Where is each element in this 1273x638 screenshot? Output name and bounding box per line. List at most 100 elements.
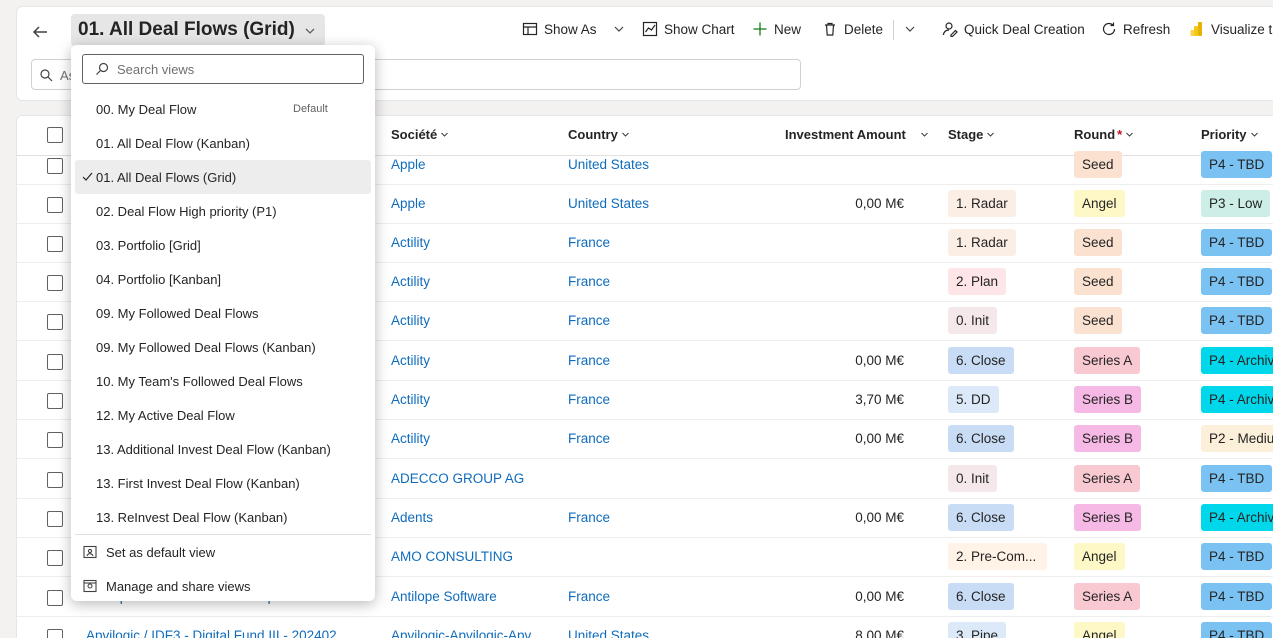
row-checkbox[interactable] [47,432,63,448]
row-checkbox[interactable] [47,590,63,606]
societe-link[interactable]: Apvilogic-Apvilogic-Apv [391,628,531,638]
view-option-label: 00. My Deal Flow [96,102,197,117]
search-views-box[interactable] [82,54,364,84]
row-checkbox[interactable] [47,197,63,213]
refresh-label: Refresh [1123,21,1171,37]
stage-badge: 0. Init [948,465,998,492]
country-link[interactable]: United States [568,196,649,211]
visualize-button[interactable]: Visualize th [1189,15,1273,43]
show-chart-label: Show Chart [664,21,735,37]
row-checkbox[interactable] [47,629,63,638]
country-link[interactable]: United States [568,628,649,638]
column-header-stage[interactable]: Stage [948,127,995,142]
country-link[interactable]: France [568,431,610,446]
chevron-down-icon [621,132,629,137]
view-option[interactable]: 13. ReInvest Deal Flow (Kanban) [75,500,371,534]
search-views-input[interactable] [117,60,357,79]
view-option[interactable]: 13. Additional Invest Deal Flow (Kanban) [75,432,371,466]
manage-share-views-label: Manage and share views [106,579,251,594]
view-option[interactable]: 04. Portfolio [Kanban] [75,262,371,296]
societe-link[interactable]: Adents [391,510,433,525]
manage-share-views-button[interactable]: Manage and share views [75,570,371,602]
country-link[interactable]: France [568,313,610,328]
view-selector[interactable]: 01. All Deal Flows (Grid) [71,14,325,46]
quick-deal-creation-button[interactable]: Quick Deal Creation [942,15,1085,43]
chevron-down-icon [920,132,928,137]
column-header-label: Country [568,127,618,142]
view-option[interactable]: 12. My Active Deal Flow [75,398,371,432]
row-checkbox[interactable] [47,158,63,174]
column-header-investment-amount[interactable]: Investment Amount [785,127,929,142]
investment-amount: 0,00 M€ [855,510,904,525]
view-option[interactable]: 02. Deal Flow High priority (P1) [75,194,371,228]
view-option[interactable]: 09. My Followed Deal Flows [75,296,371,330]
column-header-country[interactable]: Country [568,127,630,142]
dropdown-divider [75,534,371,535]
view-option[interactable]: 09. My Followed Deal Flows (Kanban) [75,330,371,364]
new-button[interactable]: New [752,15,801,43]
country-link[interactable]: France [568,392,610,407]
societe-link[interactable]: Actility [391,313,430,328]
stage-badge: 6. Close [948,583,1014,610]
quick-deal-creation-label: Quick Deal Creation [964,21,1085,37]
row-checkbox[interactable] [47,236,63,252]
societe-link[interactable]: Actility [391,431,430,446]
show-chart-button[interactable]: Show Chart [642,15,735,43]
investment-amount: 0,00 M€ [855,353,904,368]
row-checkbox[interactable] [47,314,63,330]
country-link[interactable]: France [568,510,610,525]
round-badge: Angel [1074,543,1125,570]
chevron-down-icon [1250,132,1258,137]
societe-link[interactable]: Antilope Software [391,589,497,604]
view-option[interactable]: 01. All Deal Flows (Grid) [75,160,371,194]
round-badge: Angel [1074,190,1125,217]
country-link[interactable]: France [568,589,610,604]
refresh-button[interactable]: Refresh [1101,15,1170,43]
societe-link[interactable]: ADECCO GROUP AG [391,471,524,486]
table-row[interactable]: Apvilogic / IDF3 - Digital Fund III - 20… [17,617,1273,638]
view-option[interactable]: 01. All Deal Flow (Kanban) [75,126,371,160]
view-title-text: 01. All Deal Flows (Grid) [78,19,295,40]
round-badge: Seed [1074,307,1122,334]
country-link[interactable]: France [568,235,610,250]
stage-badge: 3. Pipe [948,622,1007,638]
more-commands-button[interactable] [904,15,916,43]
country-link[interactable]: France [568,353,610,368]
societe-link[interactable]: Actility [391,274,430,289]
societe-link[interactable]: Apple [391,157,426,172]
view-option[interactable]: 00. My Deal Flow Default [75,92,371,126]
back-arrow-icon[interactable] [30,22,50,42]
plus-icon [753,22,767,36]
priority-badge: P3 - Low [1201,190,1271,217]
societe-link[interactable]: Actility [391,353,430,368]
deal-name-link[interactable]: Apvilogic / IDF3 - Digital Fund III - 20… [86,628,337,638]
societe-link[interactable]: Apple [391,196,426,211]
row-checkbox[interactable] [47,511,63,527]
select-all-checkbox[interactable] [47,127,63,143]
view-option[interactable]: 13. First Invest Deal Flow (Kanban) [75,466,371,500]
societe-link[interactable]: Actility [391,392,430,407]
row-checkbox[interactable] [47,472,63,488]
priority-badge: P4 - TBD [1201,151,1273,178]
societe-link[interactable]: Actility [391,235,430,250]
row-checkbox[interactable] [47,354,63,370]
societe-link[interactable]: AMO CONSULTING [391,549,513,564]
row-checkbox[interactable] [47,393,63,409]
row-checkbox[interactable] [47,275,63,291]
stage-badge: 1. Radar [948,190,1016,217]
row-checkbox[interactable] [47,550,63,566]
chevron-down-icon [905,26,915,32]
round-badge: Series A [1074,583,1141,610]
country-link[interactable]: France [568,274,610,289]
column-header-round[interactable]: Round * [1074,127,1134,142]
view-option[interactable]: 10. My Team's Followed Deal Flows [75,364,371,398]
view-option[interactable]: 03. Portfolio [Grid] [75,228,371,262]
country-link[interactable]: United States [568,157,649,172]
column-header-priority[interactable]: Priority [1201,127,1259,142]
show-as-button[interactable]: Show As [522,15,625,43]
priority-badge: P4 - TBD [1201,622,1273,638]
delete-button[interactable]: Delete [822,15,883,43]
set-default-view-button[interactable]: Set as default view [75,536,371,568]
column-header-societe[interactable]: Société [391,127,449,142]
view-option-label: 09. My Followed Deal Flows [96,306,259,321]
